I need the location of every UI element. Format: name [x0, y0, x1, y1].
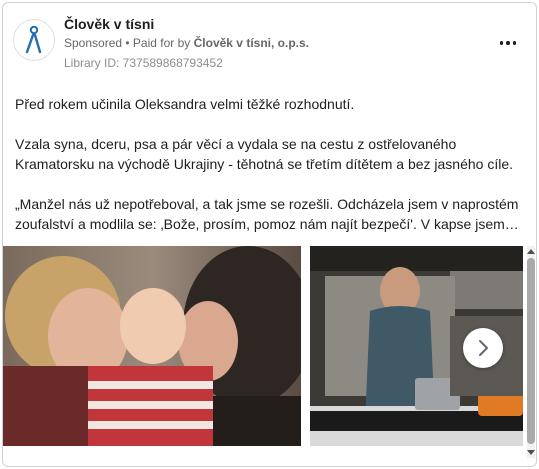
vertical-scrollbar[interactable]: [525, 246, 536, 458]
library-id: Library ID: 737589868793452: [64, 56, 223, 70]
body-paragraph: „Manžel nás už nepotřeboval, a tak jsme …: [15, 196, 519, 232]
scrollbar-thumb[interactable]: [527, 258, 535, 444]
sponsored-label: Sponsored: [64, 36, 123, 50]
body-paragraph: Před rokem učinila Oleksandra velmi těžk…: [15, 96, 355, 112]
page-name-link[interactable]: Člověk v tísni: [64, 16, 154, 32]
paid-prefix: • Paid for by: [125, 36, 194, 50]
body-paragraph: Vzala syna, dceru, psa a pár věcí a vyda…: [15, 136, 514, 172]
scroll-up-arrow-icon[interactable]: [527, 246, 535, 256]
paid-by-name: Člověk v tísni, o.p.s.: [193, 36, 309, 50]
image-carousel: [3, 246, 523, 451]
page-avatar[interactable]: [13, 19, 55, 61]
sponsored-line: Sponsored • Paid for by Člověk v tísni, …: [64, 36, 309, 50]
carousel-next-button[interactable]: [463, 328, 503, 368]
carousel-photo-family[interactable]: [3, 246, 301, 446]
scroll-down-arrow-icon[interactable]: [527, 448, 535, 458]
clovek-v-tisni-logo-icon: [25, 25, 42, 54]
post-header: Člověk v tísni Sponsored • Paid for by Č…: [13, 13, 526, 73]
more-options-icon[interactable]: [496, 35, 520, 51]
post-body-text: Před rokem učinila Oleksandra velmi těžk…: [15, 94, 525, 254]
chevron-right-icon: [479, 340, 488, 356]
ad-post-card: Člověk v tísni Sponsored • Paid for by Č…: [2, 2, 537, 467]
